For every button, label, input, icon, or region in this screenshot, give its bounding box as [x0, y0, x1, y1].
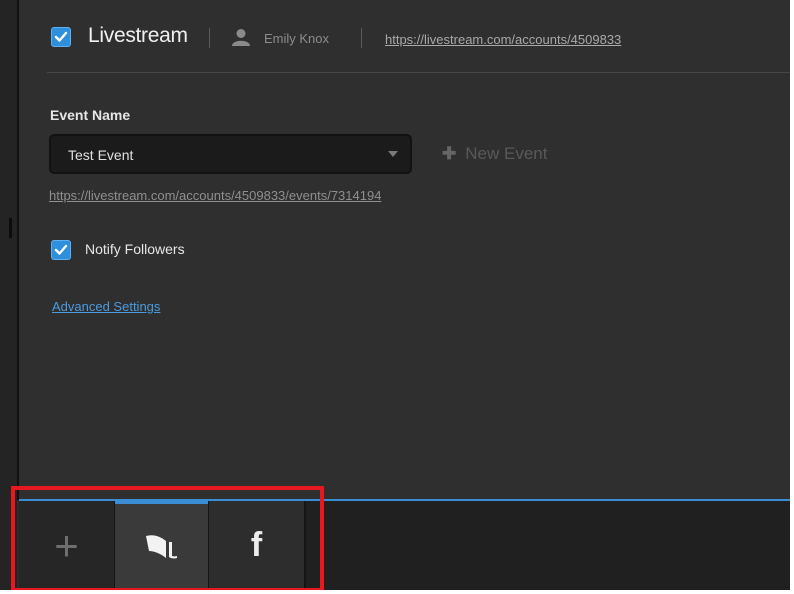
event-url-link[interactable]: https://livestream.com/accounts/4509833/…: [49, 188, 381, 203]
highlight-box: [11, 486, 324, 592]
app-window: Livestream Emily Knox https://livestream…: [0, 0, 794, 594]
account-url-link[interactable]: https://livestream.com/accounts/4509833: [385, 32, 621, 47]
event-name-value: Test Event: [68, 147, 134, 163]
event-name-dropdown[interactable]: Test Event: [49, 134, 412, 174]
header-divider: [47, 72, 790, 73]
advanced-settings-link[interactable]: Advanced Settings: [52, 299, 160, 314]
user-name: Emily Knox: [264, 31, 330, 46]
resize-handle[interactable]: [9, 218, 12, 238]
service-enable-checkbox[interactable]: [51, 27, 71, 47]
image-border: [0, 590, 794, 594]
new-event-label: New Event: [465, 144, 548, 163]
new-event-button[interactable]: ✚ New Event: [442, 144, 547, 164]
service-title: Livestream: [88, 24, 188, 47]
notify-followers-checkbox[interactable]: [51, 240, 71, 260]
user-icon: [232, 29, 250, 46]
plus-icon: ✚: [442, 144, 457, 163]
event-name-label: Event Name: [50, 107, 131, 123]
notify-followers-label: Notify Followers: [85, 241, 185, 257]
separator: [209, 28, 210, 48]
checkmark-icon: [54, 244, 68, 255]
image-border: [790, 0, 794, 594]
chevron-down-icon: [388, 151, 398, 157]
separator: [361, 28, 362, 48]
checkmark-icon: [54, 31, 68, 42]
